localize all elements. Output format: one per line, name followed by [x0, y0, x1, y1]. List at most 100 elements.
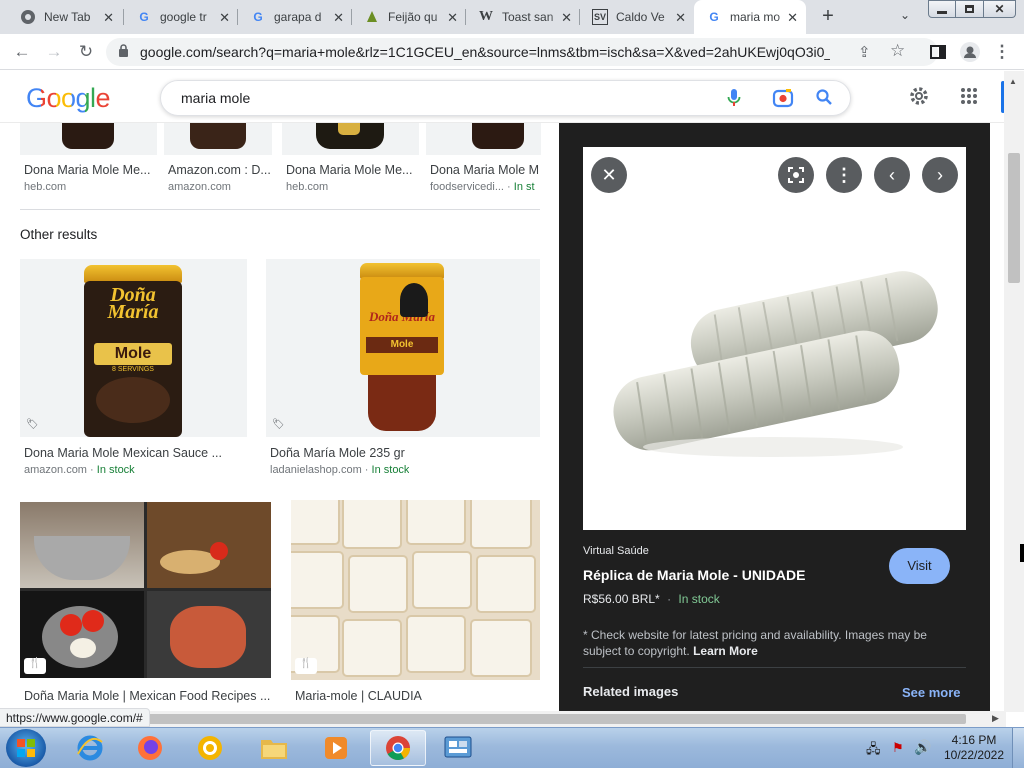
control-panel-icon[interactable]	[430, 730, 486, 766]
scroll-right-icon[interactable]: ▶	[992, 713, 999, 724]
stock-label: In st	[513, 181, 535, 193]
close-icon[interactable]: ✕	[447, 10, 458, 26]
stock-label: In stock	[371, 464, 410, 476]
lens-search-icon[interactable]	[778, 157, 814, 193]
result-image-recipe-collage[interactable]: 🍴	[20, 502, 271, 678]
show-desktop-button[interactable]	[1012, 728, 1024, 768]
new-tab-button[interactable]: +	[817, 5, 839, 27]
image-results-grid: Dona Maria Mole Me... heb.com Amazon.com…	[0, 123, 559, 711]
microphone-icon[interactable]	[727, 89, 741, 110]
chrome-taskbar-icon[interactable]	[370, 730, 426, 766]
window-controls: ✕	[928, 0, 1016, 18]
close-window-button[interactable]: ✕	[984, 0, 1016, 18]
result-caption[interactable]: Amazon.com : D...	[168, 163, 272, 177]
result-caption[interactable]: Doña Maria Mole | Mexican Food Recipes .…	[24, 689, 272, 703]
menu-kebab-icon[interactable]: ⋮	[990, 41, 1014, 63]
tab-feijao[interactable]: Feijão qu ✕	[352, 0, 466, 34]
close-panel-icon[interactable]: ✕	[591, 157, 627, 193]
close-icon[interactable]: ✕	[103, 10, 114, 26]
search-icon[interactable]	[815, 88, 833, 109]
result-image-dona-maria-jar-235[interactable]: Doña María Mole 🏷	[266, 259, 540, 437]
search-input[interactable]: maria mole	[160, 80, 851, 116]
recipe-icon: 🍴	[24, 658, 46, 674]
result-caption[interactable]: Dona Maria Mole Me...	[286, 163, 414, 177]
result-image[interactable]	[20, 123, 157, 155]
result-image[interactable]	[282, 123, 419, 155]
tab-caldo-verde[interactable]: SV Caldo Ve ✕	[580, 0, 694, 34]
previous-image-icon[interactable]: ‹	[874, 157, 910, 193]
result-source-line: ladanielashop.com · In stock	[270, 464, 409, 476]
volume-icon[interactable]: 🔊	[914, 739, 931, 756]
file-explorer-icon[interactable]	[246, 730, 302, 766]
browser-tab-strip: New Tab ✕ G google tr ✕ G garapa d ✕ Fei…	[0, 0, 1024, 34]
chrome-icon	[20, 9, 36, 25]
forward-arrow-icon[interactable]: →	[42, 41, 66, 63]
action-center-icon[interactable]: ⚑	[892, 740, 904, 756]
norton-icon[interactable]	[182, 730, 238, 766]
separator-dot: ·	[364, 464, 369, 476]
tab-garapa[interactable]: G garapa d ✕	[238, 0, 352, 34]
network-icon[interactable]: 🖧	[866, 740, 881, 762]
price-line: R$56.00 BRL* · In stock	[583, 592, 720, 606]
apps-grid-icon[interactable]	[960, 87, 978, 110]
separator-dot: ·	[667, 592, 672, 606]
result-source-line: amazon.com · In stock	[24, 464, 135, 476]
firefox-icon[interactable]	[122, 730, 178, 766]
bookmark-star-icon[interactable]: ☆	[890, 41, 905, 61]
internet-explorer-icon[interactable]	[62, 730, 118, 766]
result-source: amazon.com	[168, 181, 231, 193]
tab-maria-mole[interactable]: G maria mo ✕	[694, 0, 806, 34]
result-image-maria-mole-squares[interactable]: 🍴	[291, 500, 540, 680]
media-player-icon[interactable]	[308, 730, 364, 766]
learn-more-link[interactable]: Learn More	[693, 644, 758, 658]
reload-icon[interactable]: ↻	[74, 41, 98, 63]
google-icon: G	[253, 10, 263, 24]
system-clock[interactable]: 4:16 PM 10/22/2022	[942, 733, 1006, 763]
restore-button[interactable]	[956, 0, 984, 18]
result-caption[interactable]: Maria-mole | CLAUDIA	[295, 689, 535, 703]
see-more-link[interactable]: See more	[902, 685, 961, 700]
profile-icon[interactable]	[958, 41, 982, 63]
scroll-up-icon[interactable]: ▲	[1009, 77, 1017, 86]
start-button[interactable]	[6, 729, 46, 767]
close-icon[interactable]: ✕	[787, 10, 798, 26]
result-image[interactable]	[164, 123, 272, 155]
tab-toast[interactable]: W Toast san ✕	[466, 0, 580, 34]
more-options-icon[interactable]: ⋮	[826, 157, 862, 193]
result-caption[interactable]: Dona Maria Mole M	[430, 163, 541, 177]
horizontal-scrollbar[interactable]: ▶	[0, 711, 1006, 727]
address-bar[interactable]: google.com/search?q=maria+mole&rlz=1C1GC…	[106, 38, 938, 66]
google-logo[interactable]: Google	[26, 83, 111, 114]
close-icon[interactable]: ✕	[333, 10, 344, 26]
close-icon[interactable]: ✕	[675, 10, 686, 26]
preview-title[interactable]: Réplica de Maria Mole - UNIDADE	[583, 567, 806, 583]
settings-gear-icon[interactable]	[908, 85, 930, 112]
restore-icon	[965, 5, 974, 13]
visit-button[interactable]: Visit	[889, 548, 950, 584]
preview-image[interactable]	[583, 147, 966, 530]
result-caption[interactable]: Doña María Mole 235 gr	[270, 446, 530, 460]
tag-icon: 🏷	[26, 419, 39, 430]
next-image-icon[interactable]: ›	[922, 157, 958, 193]
google-header: Google maria mole	[0, 71, 1005, 123]
result-source: ladanielashop.com	[270, 464, 362, 476]
status-bar-url: https://www.google.com/#	[0, 708, 150, 727]
side-panel-icon[interactable]	[926, 41, 950, 63]
source-site[interactable]: Virtual Saúde	[583, 545, 649, 557]
close-icon[interactable]: ✕	[219, 10, 230, 26]
back-arrow-icon[interactable]: ←	[10, 41, 34, 63]
tab-search-icon[interactable]: ⌄	[896, 8, 914, 26]
result-source-line: foodservicedi... · In st	[430, 181, 541, 193]
result-image-dona-maria-jar[interactable]: Doña María Mole 8 SERVINGS 🏷	[20, 259, 247, 437]
result-image[interactable]	[426, 123, 541, 155]
result-caption[interactable]: Dona Maria Mole Mexican Sauce ...	[24, 446, 224, 460]
tab-new-tab[interactable]: New Tab ✕	[8, 0, 122, 34]
vertical-scrollbar[interactable]: ▲	[1004, 71, 1024, 712]
result-caption[interactable]: Dona Maria Mole Me...	[24, 163, 152, 177]
close-icon[interactable]: ✕	[561, 10, 572, 26]
tab-google-translate[interactable]: G google tr ✕	[124, 0, 238, 34]
minimize-button[interactable]	[928, 0, 956, 18]
lens-camera-icon[interactable]	[772, 88, 794, 111]
scrollbar-thumb[interactable]	[1008, 153, 1020, 283]
share-icon[interactable]: ⇪	[858, 43, 871, 61]
